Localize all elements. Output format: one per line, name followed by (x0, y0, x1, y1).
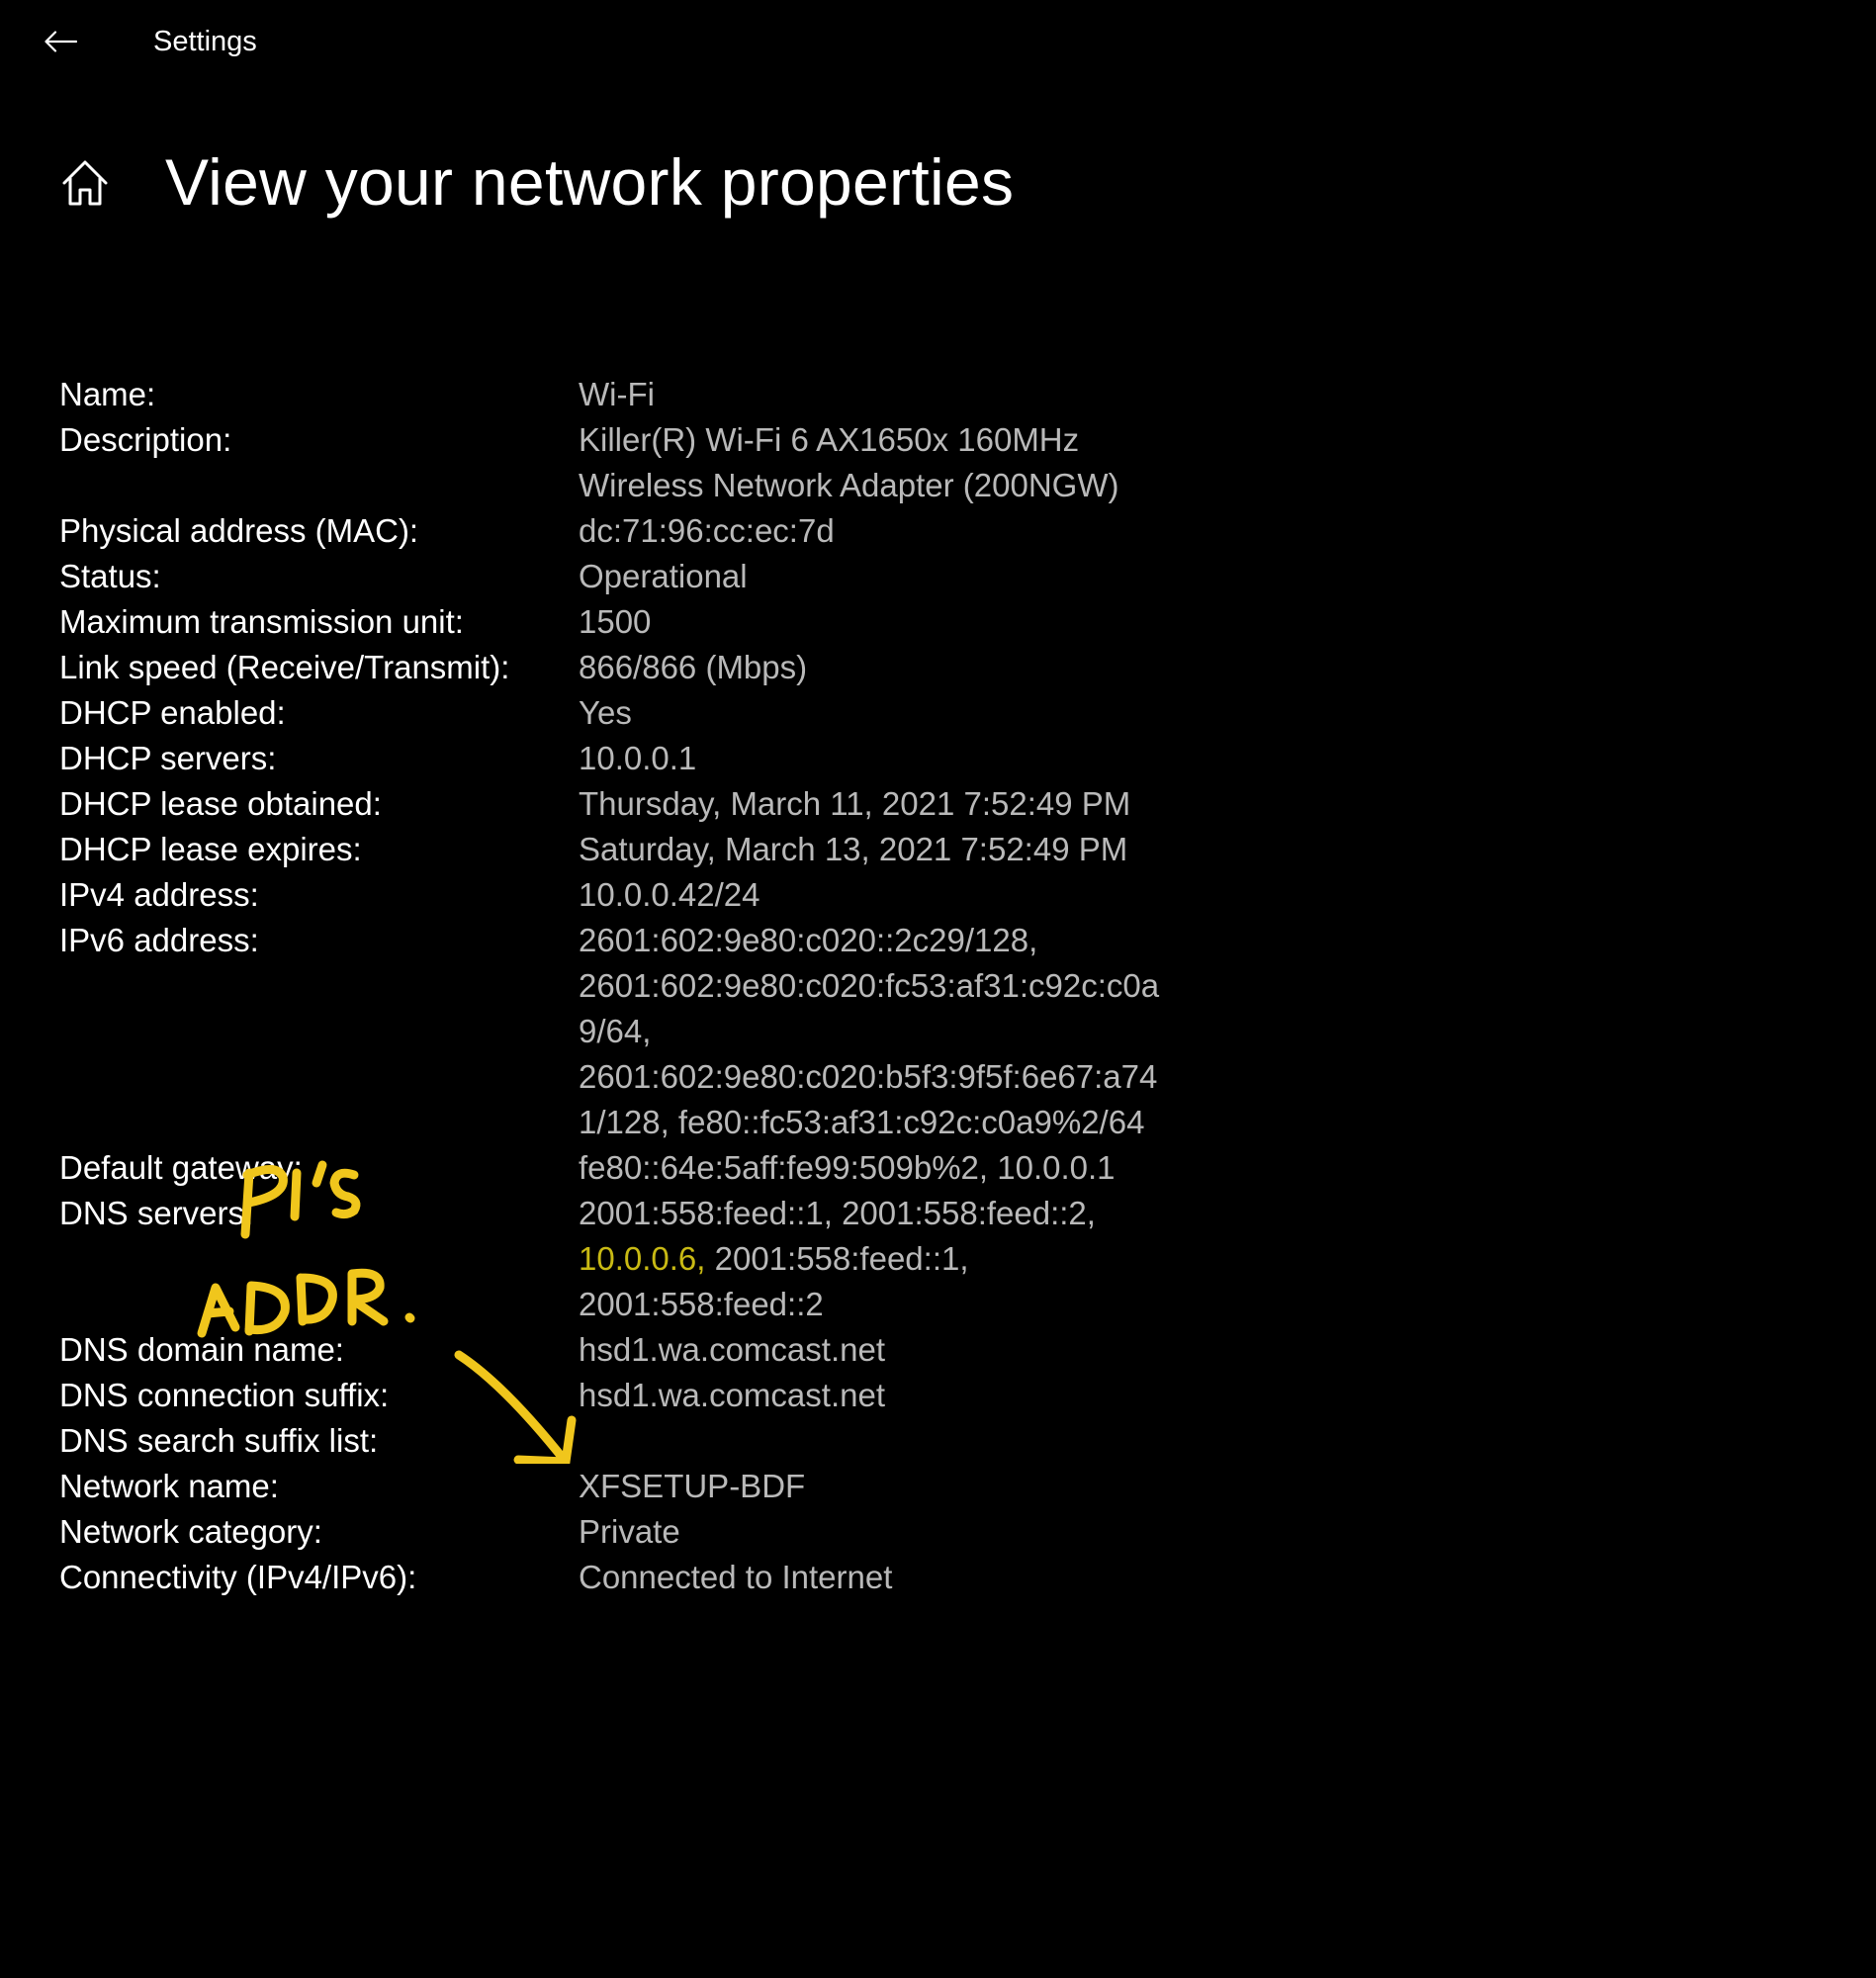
property-value-line: 10.0.0.42/24 (579, 876, 760, 913)
property-value-line: 2601:602:9e80:c020::2c29/128, (579, 922, 1038, 958)
property-value-line: dc:71:96:cc:ec:7d (579, 512, 835, 549)
property-label-ipv6: IPv6 address: (59, 922, 259, 958)
property-label-dns-suffix: DNS connection suffix: (59, 1377, 390, 1413)
property-value-line: Yes (579, 694, 632, 731)
property-value-dns-domain: hsd1.wa.comcast.net (579, 1327, 1246, 1373)
property-value-ipv6: 2601:602:9e80:c020::2c29/128,2601:602:9e… (579, 918, 1246, 1145)
property-label-dhcp-servers: DHCP servers: (59, 740, 277, 776)
property-value-dhcp-lease-obtained: Thursday, March 11, 2021 7:52:49 PM (579, 781, 1246, 827)
back-arrow-icon (45, 31, 77, 52)
property-label-name: Name: (59, 376, 156, 412)
property-value-line: 10.0.0.6, 2001:558:feed::1, (579, 1240, 969, 1277)
property-value-default-gateway: fe80::64e:5aff:fe99:509b%2, 10.0.0.1 (579, 1145, 1246, 1191)
property-value-name: Wi-Fi (579, 372, 1246, 417)
property-label-ipv4: IPv4 address: (59, 876, 259, 913)
property-value-line: 2001:558:feed::2 (579, 1286, 824, 1322)
property-value-line: hsd1.wa.comcast.net (579, 1331, 885, 1368)
property-label-status: Status: (59, 558, 161, 594)
property-label-dns-servers: DNS servers: (59, 1195, 254, 1231)
property-value-dns-search-suffix (579, 1418, 1246, 1464)
property-value-line: Wi-Fi (579, 376, 655, 412)
property-value-link-speed: 866/866 (Mbps) (579, 645, 1246, 690)
property-value-line: Saturday, March 13, 2021 7:52:49 PM (579, 831, 1128, 867)
property-value-line: Operational (579, 558, 748, 594)
property-value-status: Operational (579, 554, 1246, 599)
property-label-dns-domain: DNS domain name: (59, 1331, 344, 1368)
property-value-dns-servers: 2001:558:feed::1, 2001:558:feed::2,10.0.… (579, 1191, 1246, 1327)
property-row-dns-servers: DNS servers: 2001:558:feed::1, 2001:558:f… (59, 1191, 1246, 1327)
home-button[interactable] (55, 153, 115, 213)
property-value-dns-suffix: hsd1.wa.comcast.net (579, 1373, 1246, 1418)
back-button[interactable] (36, 18, 85, 65)
property-value-mac: dc:71:96:cc:ec:7d (579, 508, 1246, 554)
property-value-mtu: 1500 (579, 599, 1246, 645)
property-value-network-category: Private (579, 1509, 1246, 1555)
property-value-dhcp-servers: 10.0.0.1 (579, 736, 1246, 781)
property-value-line: 2601:602:9e80:c020:fc53:af31:c92c:c0a (579, 967, 1160, 1004)
property-row-dhcp-lease-obtained: DHCP lease obtained: Thursday, March 11, … (59, 781, 1246, 827)
property-label-default-gateway: Default gateway: (59, 1149, 303, 1186)
property-value-line: fe80::64e:5aff:fe99:509b%2, 10.0.0.1 (579, 1149, 1116, 1186)
property-row-status: Status: Operational (59, 554, 1246, 599)
highlighted-dns-address: 10.0.0.6, (579, 1240, 706, 1277)
property-label-dhcp-enabled: DHCP enabled: (59, 694, 286, 731)
property-value-line: Private (579, 1513, 680, 1550)
property-row-network-category: Network category: Private (59, 1509, 1246, 1555)
property-label-dns-search-suffix: DNS search suffix list: (59, 1422, 379, 1459)
network-properties-list: Name: Wi-Fi Description: Killer(R) Wi-Fi 6 … (59, 372, 1246, 1600)
property-row-link-speed: Link speed (Receive/Transmit): 866/866 (M… (59, 645, 1246, 690)
property-value-line: Wireless Network Adapter (200NGW) (579, 467, 1119, 503)
property-label-mtu: Maximum transmission unit: (59, 603, 464, 640)
property-row-ipv4: IPv4 address: 10.0.0.42/24 (59, 872, 1246, 918)
property-row-dhcp-lease-expires: DHCP lease expires: Saturday, March 13, 2… (59, 827, 1246, 872)
home-icon (62, 160, 108, 206)
property-row-default-gateway: Default gateway: fe80::64e:5aff:fe99:509b… (59, 1145, 1246, 1191)
property-row-dhcp-servers: DHCP servers: 10.0.0.1 (59, 736, 1246, 781)
property-label-connectivity: Connectivity (IPv4/IPv6): (59, 1559, 417, 1595)
property-value-line: hsd1.wa.comcast.net (579, 1377, 885, 1413)
property-row-dns-domain: DNS domain name: hsd1.wa.comcast.net (59, 1327, 1246, 1373)
property-value-line: Thursday, March 11, 2021 7:52:49 PM (579, 785, 1131, 822)
property-row-mac: Physical address (MAC): dc:71:96:cc:ec:7d (59, 508, 1246, 554)
property-row-ipv6: IPv6 address: 2601:602:9e80:c020::2c29/12… (59, 918, 1246, 1145)
property-value-line: Killer(R) Wi-Fi 6 AX1650x 160MHz (579, 421, 1080, 458)
property-value-line: 866/866 (Mbps) (579, 649, 808, 685)
app-title: Settings (153, 26, 257, 57)
property-label-link-speed: Link speed (Receive/Transmit): (59, 649, 510, 685)
property-label-mac: Physical address (MAC): (59, 512, 419, 549)
property-value-line: 9/64, (579, 1013, 652, 1049)
page-header: View your network properties (0, 129, 1876, 237)
property-value-line: 10.0.0.1 (579, 740, 697, 776)
property-label-description: Description: (59, 421, 232, 458)
property-value-connectivity: Connected to Internet (579, 1555, 1246, 1600)
title-bar: Settings (0, 0, 1876, 83)
property-label-dhcp-lease-expires: DHCP lease expires: (59, 831, 362, 867)
property-row-dns-suffix: DNS connection suffix: hsd1.wa.comcast.ne… (59, 1373, 1246, 1418)
property-row-dns-search-suffix: DNS search suffix list: (59, 1418, 1246, 1464)
property-value-dhcp-lease-expires: Saturday, March 13, 2021 7:52:49 PM (579, 827, 1246, 872)
property-value-line: 2001:558:feed::1, 2001:558:feed::2, (579, 1195, 1096, 1231)
property-row-mtu: Maximum transmission unit: 1500 (59, 599, 1246, 645)
property-row-description: Description: Killer(R) Wi-Fi 6 AX1650x 16… (59, 417, 1246, 508)
property-label-dhcp-lease-obtained: DHCP lease obtained: (59, 785, 382, 822)
property-value-line: XFSETUP-BDF (579, 1468, 806, 1504)
property-value-line: Connected to Internet (579, 1559, 893, 1595)
property-value-ipv4: 10.0.0.42/24 (579, 872, 1246, 918)
property-value-line: 1/128, fe80::fc53:af31:c92c:c0a9%2/64 (579, 1104, 1145, 1140)
property-row-dhcp-enabled: DHCP enabled: Yes (59, 690, 1246, 736)
property-label-network-category: Network category: (59, 1513, 322, 1550)
property-row-connectivity: Connectivity (IPv4/IPv6): Connected to In… (59, 1555, 1246, 1600)
property-value-line: 2601:602:9e80:c020:b5f3:9f5f:6e67:a74 (579, 1058, 1158, 1095)
property-value-line: 1500 (579, 603, 652, 640)
property-row-name: Name: Wi-Fi (59, 372, 1246, 417)
property-value-network-name: XFSETUP-BDF (579, 1464, 1246, 1509)
property-value-dhcp-enabled: Yes (579, 690, 1246, 736)
property-label-network-name: Network name: (59, 1468, 279, 1504)
property-value-description: Killer(R) Wi-Fi 6 AX1650x 160MHz Wireless… (579, 417, 1246, 508)
page-title: View your network properties (165, 145, 1015, 219)
property-row-network-name: Network name: XFSETUP-BDF (59, 1464, 1246, 1509)
